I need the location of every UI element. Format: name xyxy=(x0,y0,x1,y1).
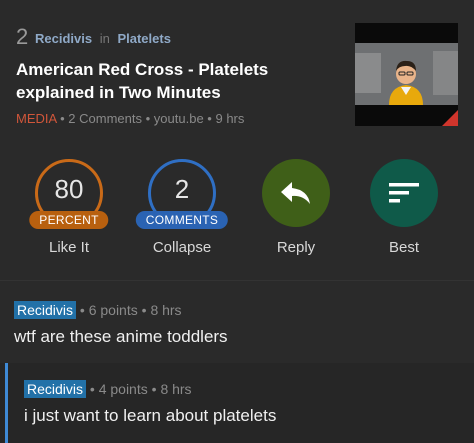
comment-age: 8 hrs xyxy=(150,302,182,318)
comment-text: wtf are these anime toddlers xyxy=(14,327,228,346)
comment-author[interactable]: Recidivis xyxy=(14,301,77,319)
sort-lines-icon xyxy=(389,183,419,203)
comment-header: Recidivis • 4 points • 8 hrs xyxy=(24,380,192,398)
video-frame xyxy=(355,43,458,105)
corner-marker xyxy=(442,110,458,126)
post-rank: 2 xyxy=(16,24,29,49)
comment-age: 8 hrs xyxy=(160,381,192,397)
separator: • xyxy=(207,111,212,126)
separator: • xyxy=(60,111,65,126)
collapse-action[interactable]: 2 COMMENTS Collapse xyxy=(132,159,232,256)
separator: • xyxy=(145,111,151,126)
comment-reply[interactable]: Recidivis • 4 points • 8 hrs i just want… xyxy=(0,363,474,443)
post-flair: MEDIA xyxy=(16,111,57,126)
percent-pill: PERCENT xyxy=(29,211,109,229)
percent-ring: 80 PERCENT xyxy=(29,159,109,229)
comments-ring: 2 COMMENTS xyxy=(135,159,229,229)
like-label: Like It xyxy=(48,239,90,256)
post-meta-bottom: MEDIA • 2 Comments • youtu.be • 9 hrs xyxy=(16,111,244,126)
like-action[interactable]: 80 PERCENT Like It xyxy=(19,159,119,256)
post-age: 9 hrs xyxy=(215,111,245,126)
in-word: in xyxy=(99,31,110,46)
divider xyxy=(0,280,474,281)
action-bar: 80 PERCENT Like It 2 COMMENTS Collapse R… xyxy=(0,155,474,265)
post-meta-top: Recidivis in Platelets xyxy=(35,31,171,46)
percent-value: 80 xyxy=(54,174,84,204)
reply-arrow-icon xyxy=(281,182,310,204)
comment-text: i just want to learn about platelets xyxy=(24,406,277,425)
reply-label: Reply xyxy=(276,239,316,256)
post-title[interactable]: American Red Cross - Platelets explained… xyxy=(16,58,336,104)
best-label: Best xyxy=(388,239,419,256)
post-domain: youtu.be xyxy=(153,111,204,126)
best-action[interactable]: Best xyxy=(354,159,454,256)
post-thumbnail[interactable] xyxy=(355,23,458,126)
comment-points: 4 points xyxy=(98,381,148,397)
separator: • xyxy=(79,302,89,318)
reply-button[interactable] xyxy=(262,159,330,227)
post-author[interactable]: Recidivis xyxy=(35,31,92,46)
subreddit-link[interactable]: Platelets xyxy=(117,31,170,46)
comment[interactable]: Recidivis • 6 points • 8 hrs wtf are the… xyxy=(0,290,474,360)
comment-count: 2 Comments xyxy=(68,111,142,126)
comment-header: Recidivis • 6 points • 8 hrs xyxy=(14,301,182,319)
separator: • xyxy=(89,381,99,397)
post-card[interactable]: 2 Recidivis in Platelets American Red Cr… xyxy=(0,0,474,143)
thread-indent-bar xyxy=(5,363,8,443)
reply-action[interactable]: Reply xyxy=(246,159,346,256)
comment-author[interactable]: Recidivis xyxy=(24,380,87,398)
sort-button[interactable] xyxy=(370,159,438,227)
comment-points: 6 points xyxy=(88,302,138,318)
comments-value: 2 xyxy=(174,174,190,204)
collapse-label: Collapse xyxy=(152,239,212,256)
comments-pill: COMMENTS xyxy=(135,211,229,229)
